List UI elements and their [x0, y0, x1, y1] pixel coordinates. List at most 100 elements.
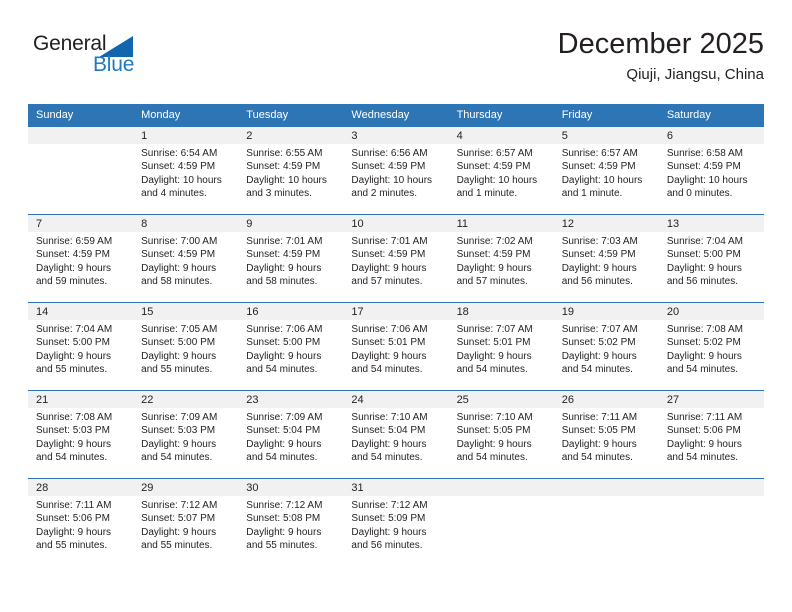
day-details: Sunrise: 7:08 AM Sunset: 5:03 PM Daylight:… [28, 408, 133, 465]
daylight-duration-line1: Daylight: 9 hours [351, 350, 427, 362]
day-number [553, 479, 659, 496]
daylight-duration-line1: Daylight: 9 hours [246, 350, 322, 362]
calendar-day-cell-empty [658, 478, 764, 567]
daylight-duration-line2: and 2 minutes. [351, 188, 418, 200]
general-blue-logo[interactable]: General Blue [33, 32, 163, 84]
calendar-day-cell[interactable]: 18 Sunrise: 7:07 AM Sunset: 5:01 PM Dayligh… [448, 302, 554, 391]
day-number: 13 [658, 215, 764, 232]
sunset-time: Sunset: 4:59 PM [351, 249, 426, 261]
sunset-time: Sunset: 5:02 PM [561, 337, 636, 349]
weekday-header-friday: Friday [553, 104, 659, 127]
sunset-time: Sunset: 5:00 PM [246, 337, 321, 349]
sunrise-time: Sunrise: 7:07 AM [456, 324, 533, 335]
day-cell-inner: 28 Sunrise: 7:11 AM Sunset: 5:06 PM Dayligh… [28, 479, 134, 567]
day-cell-inner: 5 Sunrise: 6:57 AM Sunset: 4:59 PM Daylight… [553, 127, 659, 214]
sunset-time: Sunset: 5:06 PM [36, 513, 110, 525]
sunset-time: Sunset: 5:08 PM [246, 513, 321, 525]
weekday-header-row: Sunday Monday Tuesday Wednesday Thursday… [28, 104, 764, 127]
calendar-day-cell[interactable]: 20 Sunrise: 7:08 AM Sunset: 5:02 PM Dayligh… [658, 302, 764, 391]
sunrise-time: Sunrise: 7:06 AM [246, 324, 323, 335]
day-cell-inner: 10 Sunrise: 7:01 AM Sunset: 4:59 PM Dayligh… [343, 215, 449, 302]
calendar-day-cell[interactable]: 5 Sunrise: 6:57 AM Sunset: 4:59 PM Daylight… [553, 126, 659, 215]
daylight-duration-line1: Daylight: 10 hours [246, 174, 327, 186]
day-details: Sunrise: 7:04 AM Sunset: 5:00 PM Daylight:… [659, 232, 764, 289]
daylight-duration-line2: and 54 minutes. [456, 452, 528, 464]
day-details: Sunrise: 7:12 AM Sunset: 5:08 PM Daylight:… [238, 496, 343, 553]
calendar-day-cell[interactable]: 4 Sunrise: 6:57 AM Sunset: 4:59 PM Daylight… [448, 126, 554, 215]
day-cell-inner: 11 Sunrise: 7:02 AM Sunset: 4:59 PM Dayligh… [448, 215, 554, 302]
sunset-time: Sunset: 5:09 PM [351, 513, 426, 525]
calendar-day-cell[interactable]: 19 Sunrise: 7:07 AM Sunset: 5:02 PM Dayligh… [553, 302, 659, 391]
calendar-day-cell[interactable]: 14 Sunrise: 7:04 AM Sunset: 5:00 PM Dayligh… [28, 302, 134, 391]
calendar-day-cell[interactable]: 10 Sunrise: 7:01 AM Sunset: 4:59 PM Dayligh… [343, 214, 449, 303]
day-cell-inner: 4 Sunrise: 6:57 AM Sunset: 4:59 PM Daylight… [448, 127, 554, 214]
daylight-duration-line2: and 55 minutes. [36, 540, 108, 552]
day-cell-inner: 7 Sunrise: 6:59 AM Sunset: 4:59 PM Daylight… [28, 215, 134, 302]
sunrise-time: Sunrise: 6:57 AM [456, 148, 533, 159]
day-cell-inner: 25 Sunrise: 7:10 AM Sunset: 5:05 PM Dayligh… [448, 391, 554, 478]
calendar-day-cell[interactable]: 25 Sunrise: 7:10 AM Sunset: 5:05 PM Dayligh… [448, 390, 554, 479]
title-block: December 2025 Qiuji, Jiangsu, China [558, 26, 764, 86]
calendar-day-cell[interactable]: 28 Sunrise: 7:11 AM Sunset: 5:06 PM Dayligh… [28, 478, 134, 567]
sunrise-time: Sunrise: 6:58 AM [666, 148, 743, 159]
sunrise-time: Sunrise: 7:03 AM [561, 236, 638, 247]
calendar-day-cell[interactable]: 15 Sunrise: 7:05 AM Sunset: 5:00 PM Dayligh… [133, 302, 239, 391]
calendar-day-cell[interactable]: 16 Sunrise: 7:06 AM Sunset: 5:00 PM Dayligh… [238, 302, 344, 391]
calendar-week-row: 1 Sunrise: 6:54 AM Sunset: 4:59 PM Daylight… [28, 126, 764, 215]
calendar-body: 1 Sunrise: 6:54 AM Sunset: 4:59 PM Daylight… [28, 126, 764, 567]
calendar-day-cell[interactable]: 9 Sunrise: 7:01 AM Sunset: 4:59 PM Daylight… [238, 214, 344, 303]
daylight-duration-line1: Daylight: 9 hours [666, 438, 742, 450]
daylight-duration-line2: and 54 minutes. [666, 364, 739, 376]
daylight-duration-line1: Daylight: 9 hours [36, 350, 112, 362]
sunrise-time: Sunrise: 7:11 AM [561, 412, 638, 423]
daylight-duration-line2: and 55 minutes. [141, 364, 213, 376]
day-cell-inner: 8 Sunrise: 7:00 AM Sunset: 4:59 PM Daylight… [133, 215, 239, 302]
calendar-day-cell[interactable]: 17 Sunrise: 7:06 AM Sunset: 5:01 PM Dayligh… [343, 302, 449, 391]
day-cell-inner [448, 479, 554, 567]
daylight-duration-line1: Daylight: 9 hours [141, 438, 217, 450]
calendar-day-cell[interactable]: 12 Sunrise: 7:03 AM Sunset: 4:59 PM Dayligh… [553, 214, 659, 303]
day-number: 1 [133, 127, 239, 144]
calendar-day-cell[interactable]: 1 Sunrise: 6:54 AM Sunset: 4:59 PM Daylight… [133, 126, 239, 215]
sunrise-time: Sunrise: 7:08 AM [666, 324, 743, 335]
calendar-day-cell[interactable]: 22 Sunrise: 7:09 AM Sunset: 5:03 PM Dayligh… [133, 390, 239, 479]
calendar-day-cell[interactable]: 21 Sunrise: 7:08 AM Sunset: 5:03 PM Dayligh… [28, 390, 134, 479]
daylight-duration-line1: Daylight: 9 hours [141, 526, 217, 538]
calendar-day-cell[interactable]: 30 Sunrise: 7:12 AM Sunset: 5:08 PM Dayligh… [238, 478, 344, 567]
sunrise-time: Sunrise: 7:12 AM [246, 500, 323, 511]
day-number: 6 [658, 127, 764, 144]
sunset-time: Sunset: 4:59 PM [351, 161, 426, 173]
day-cell-inner: 16 Sunrise: 7:06 AM Sunset: 5:00 PM Dayligh… [238, 303, 344, 390]
calendar-day-cell[interactable]: 27 Sunrise: 7:11 AM Sunset: 5:06 PM Dayligh… [658, 390, 764, 479]
calendar-day-cell[interactable]: 31 Sunrise: 7:12 AM Sunset: 5:09 PM Dayligh… [343, 478, 449, 567]
calendar-day-cell[interactable]: 11 Sunrise: 7:02 AM Sunset: 4:59 PM Dayligh… [448, 214, 554, 303]
day-details: Sunrise: 6:56 AM Sunset: 4:59 PM Daylight:… [343, 144, 448, 201]
daylight-duration-line2: and 59 minutes. [36, 276, 108, 288]
day-cell-inner: 30 Sunrise: 7:12 AM Sunset: 5:08 PM Dayligh… [238, 479, 344, 567]
day-details: Sunrise: 7:01 AM Sunset: 4:59 PM Daylight:… [238, 232, 343, 289]
daylight-duration-line1: Daylight: 10 hours [351, 174, 433, 186]
day-details: Sunrise: 7:07 AM Sunset: 5:01 PM Daylight:… [449, 320, 554, 377]
day-cell-inner: 26 Sunrise: 7:11 AM Sunset: 5:05 PM Dayligh… [553, 391, 659, 478]
calendar-day-cell[interactable]: 3 Sunrise: 6:56 AM Sunset: 4:59 PM Daylight… [343, 126, 449, 215]
calendar-day-cell[interactable]: 23 Sunrise: 7:09 AM Sunset: 5:04 PM Dayligh… [238, 390, 344, 479]
day-number: 11 [448, 215, 554, 232]
day-number: 26 [553, 391, 659, 408]
sunset-time: Sunset: 4:59 PM [561, 249, 636, 261]
calendar-day-cell[interactable]: 6 Sunrise: 6:58 AM Sunset: 4:59 PM Daylight… [658, 126, 764, 215]
day-details: Sunrise: 7:04 AM Sunset: 5:00 PM Daylight:… [28, 320, 133, 377]
day-cell-inner: 1 Sunrise: 6:54 AM Sunset: 4:59 PM Daylight… [133, 127, 239, 214]
day-details: Sunrise: 6:58 AM Sunset: 4:59 PM Daylight:… [659, 144, 764, 201]
calendar-day-cell[interactable]: 24 Sunrise: 7:10 AM Sunset: 5:04 PM Dayligh… [343, 390, 449, 479]
sunrise-time: Sunrise: 7:01 AM [351, 236, 428, 247]
sunset-time: Sunset: 5:01 PM [456, 337, 531, 349]
daylight-duration-line2: and 56 minutes. [561, 276, 633, 288]
day-details: Sunrise: 7:07 AM Sunset: 5:02 PM Daylight:… [554, 320, 659, 377]
calendar-day-cell[interactable]: 13 Sunrise: 7:04 AM Sunset: 5:00 PM Dayligh… [658, 214, 764, 303]
sunrise-time: Sunrise: 6:57 AM [561, 148, 638, 159]
calendar-day-cell[interactable]: 2 Sunrise: 6:55 AM Sunset: 4:59 PM Daylight… [238, 126, 344, 215]
calendar-day-cell[interactable]: 8 Sunrise: 7:00 AM Sunset: 4:59 PM Daylight… [133, 214, 239, 303]
calendar-day-cell[interactable]: 7 Sunrise: 6:59 AM Sunset: 4:59 PM Daylight… [28, 214, 134, 303]
calendar-day-cell[interactable]: 26 Sunrise: 7:11 AM Sunset: 5:05 PM Dayligh… [553, 390, 659, 479]
calendar-day-cell[interactable]: 29 Sunrise: 7:12 AM Sunset: 5:07 PM Dayligh… [133, 478, 239, 567]
